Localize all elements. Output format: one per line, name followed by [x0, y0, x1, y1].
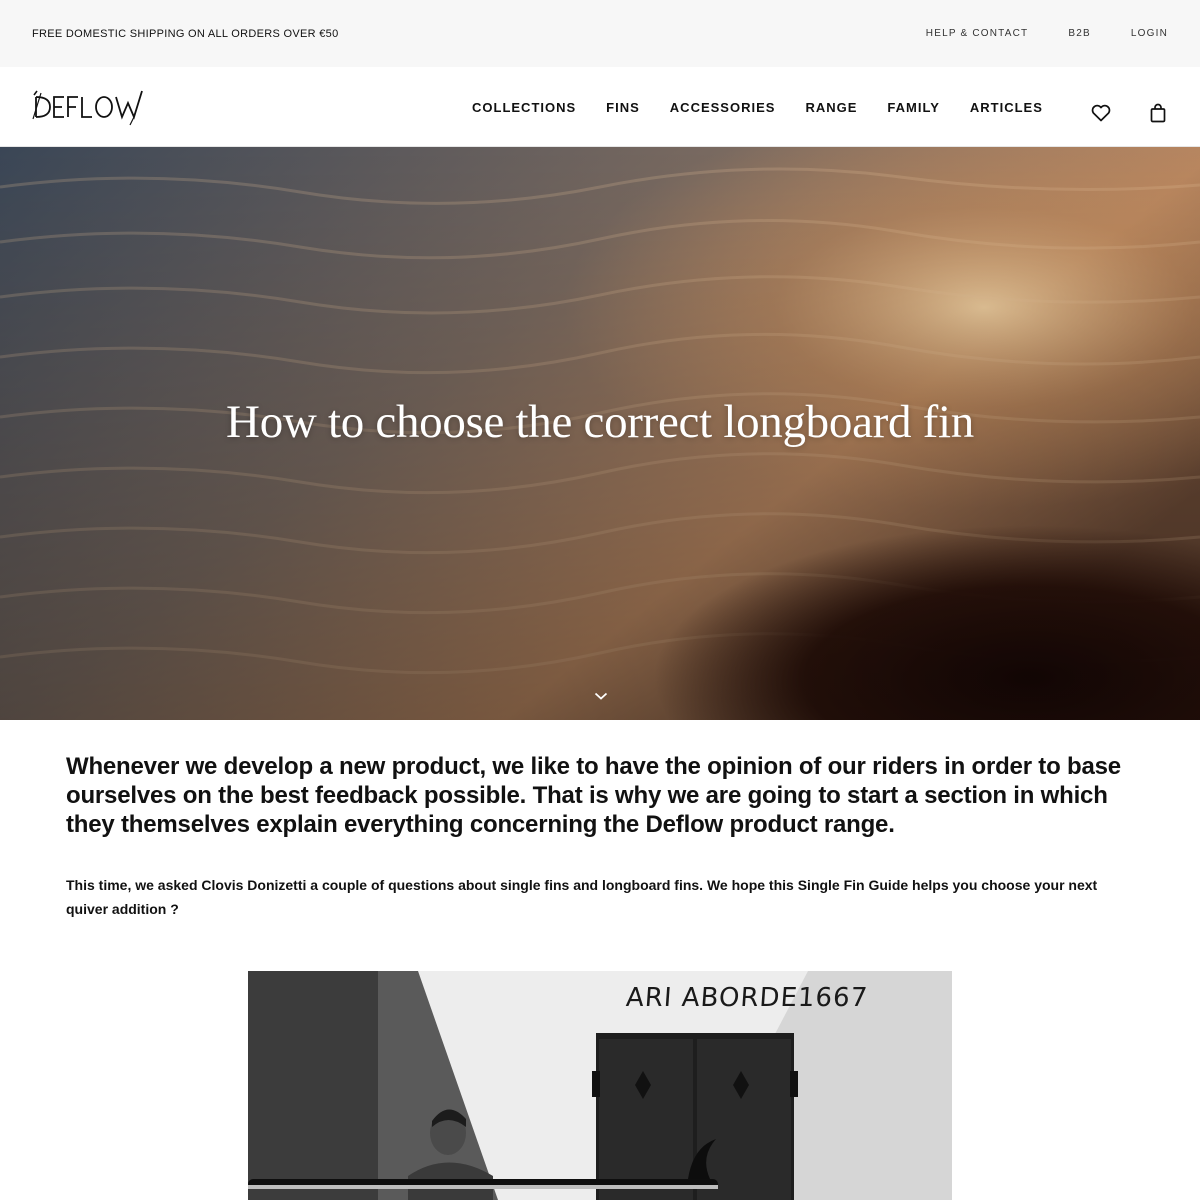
nav-fins[interactable]: FINS — [606, 100, 640, 115]
nav-family[interactable]: FAMILY — [887, 100, 939, 115]
deflow-logo[interactable] — [32, 87, 144, 127]
article-lead: Whenever we develop a new product, we li… — [66, 753, 1121, 838]
nav-collections[interactable]: COLLECTIONS — [472, 100, 576, 115]
nav-range[interactable]: RANGE — [805, 100, 857, 115]
main-nav: COLLECTIONS FINS ACCESSORIES RANGE FAMIL… — [472, 67, 1043, 147]
site-header: COLLECTIONS FINS ACCESSORIES RANGE FAMIL… — [0, 67, 1200, 147]
article-intro: This time, we asked Clovis Donizetti a c… — [66, 877, 1098, 917]
article-body: Whenever we develop a new product, we li… — [66, 752, 1136, 921]
heart-icon[interactable] — [1091, 104, 1111, 122]
wall-graffiti-text: ARI ABORDE1667 — [624, 983, 870, 1013]
help-contact-link[interactable]: HELP & CONTACT — [926, 28, 1029, 39]
nav-articles[interactable]: ARTICLES — [970, 100, 1043, 115]
nav-accessories[interactable]: ACCESSORIES — [670, 100, 776, 115]
article-title: How to choose the correct longboard fin — [226, 396, 974, 448]
login-link[interactable]: LOGIN — [1131, 28, 1168, 39]
b2b-link[interactable]: B2B — [1068, 28, 1091, 39]
hero-banner: How to choose the correct longboard fin — [0, 147, 1200, 720]
shipping-announcement: FREE DOMESTIC SHIPPING ON ALL ORDERS OVE… — [32, 27, 339, 40]
utility-links: HELP & CONTACT B2B LOGIN — [926, 28, 1168, 39]
chevron-down-icon[interactable] — [594, 691, 608, 701]
announcement-bar: FREE DOMESTIC SHIPPING ON ALL ORDERS OVE… — [0, 0, 1200, 67]
shopping-bag-icon[interactable] — [1150, 103, 1166, 123]
article-photo: ARI ABORDE1667 — [248, 971, 952, 1200]
